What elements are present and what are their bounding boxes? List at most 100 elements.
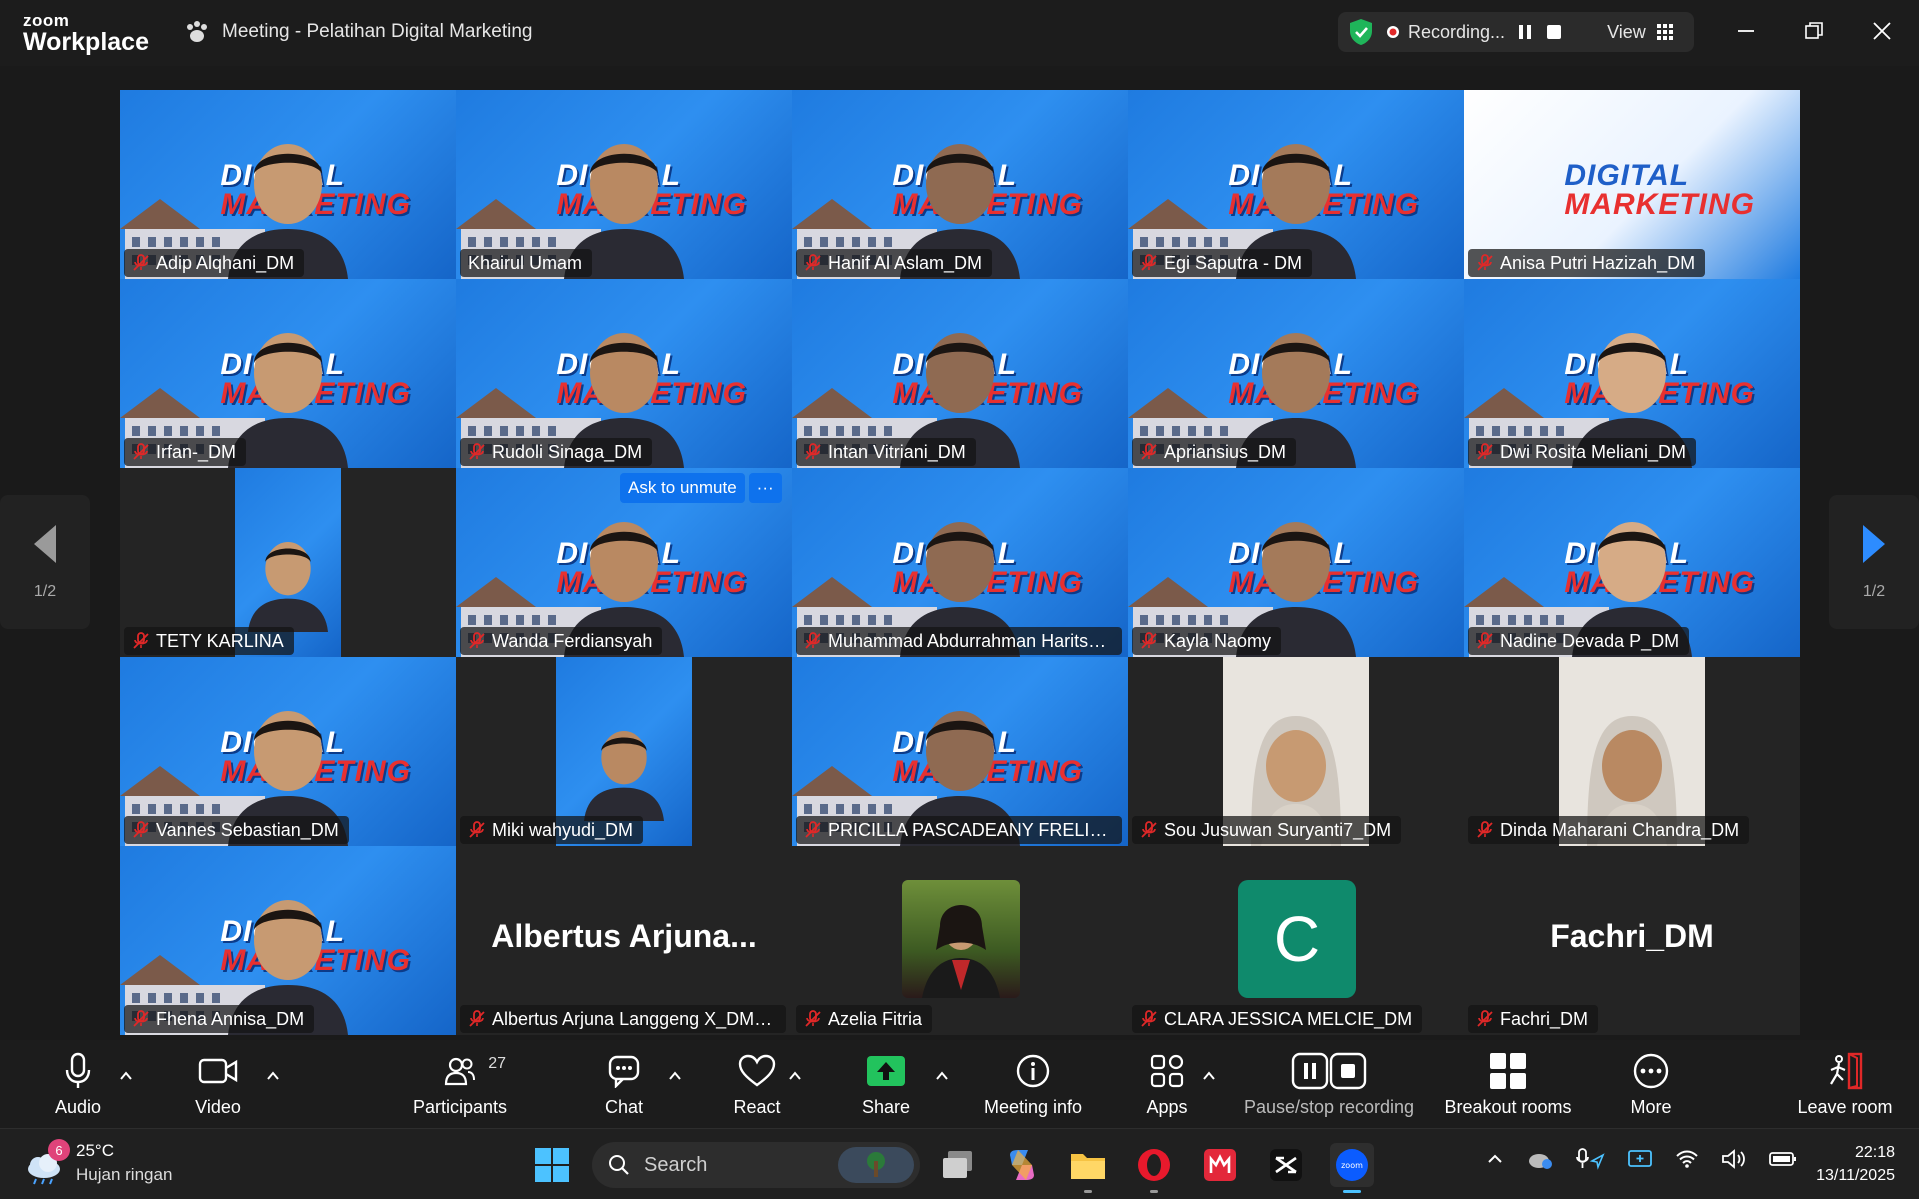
search-highlight-icon [838,1147,914,1183]
muted-mic-icon [1477,254,1493,271]
weather-desc: Hujan ringan [76,1165,173,1184]
video-label: Video [195,1096,241,1117]
task-view-icon [943,1151,972,1178]
capcut-app[interactable] [1264,1143,1308,1187]
close-icon [1873,22,1891,40]
participant-tile[interactable]: Dinda Maharani Chandra_DM [1464,657,1800,846]
participant-tile[interactable]: Azelia Fitria [792,846,1128,1035]
view-button[interactable]: View [1607,22,1674,43]
participant-name-tag: TETY KARLINA [124,627,294,655]
participant-tile[interactable]: C CLARA JESSICA MELCIE_DM [1128,846,1464,1035]
weather-widget[interactable]: 6 25°C Hujan ringan [24,1139,173,1185]
wifi-icon[interactable] [1675,1149,1699,1169]
participant-name-tag: CLARA JESSICA MELCIE_DM [1132,1005,1423,1033]
restore-button[interactable] [1797,14,1831,48]
participant-tile[interactable]: TETY KARLINA [120,468,456,657]
share-button[interactable]: Share [860,1040,912,1128]
clock[interactable]: 22:18 13/11/2025 [1816,1141,1895,1187]
react-button[interactable]: React [727,1040,787,1128]
muted-mic-icon [1141,1010,1157,1027]
video-options-caret[interactable] [263,1066,283,1086]
participant-name-tag: Adip Alqhani_DM [124,249,305,277]
weather-temp: 25°C [76,1141,114,1160]
participant-name: Miki wahyudi_DM [492,819,634,840]
next-page-button[interactable]: 1/2 [1829,495,1919,629]
participant-tile[interactable]: DIGITALMARKETINGIntan Vitriani_DM [792,279,1128,468]
participant-tile[interactable]: Sou Jusuwan Suryanti7_DM [1128,657,1464,846]
participant-tile[interactable]: DIGITALMARKETINGMuhammad Abdurrahman Har… [792,468,1128,657]
participant-tile[interactable]: DIGITALMARKETINGKayla Naomy [1128,468,1464,657]
muted-mic-icon [805,443,821,460]
participant-tile[interactable]: DIGITALMARKETINGAdip Alqhani_DM [120,90,456,279]
participant-tile[interactable]: Albertus Arjuna... Albertus Arjunа Langge… [456,846,792,1035]
participant-name-tag: Dwi Rosita Meliani_DM [1468,438,1697,466]
display-share-icon[interactable] [1627,1147,1653,1171]
participant-tile[interactable]: DIGITALMARKETINGVannes Sebastian_DM [120,657,456,846]
copilot-app[interactable] [1000,1143,1044,1187]
participant-name-tag: Wanda Ferdiansyah [460,627,663,655]
cloud-info-icon[interactable] [1527,1147,1553,1171]
breakout-rooms-button[interactable]: Breakout rooms [1440,1040,1576,1128]
battery-icon[interactable] [1769,1151,1797,1167]
tile-more-button[interactable]: ··· [748,473,782,503]
opera-app[interactable] [1132,1143,1176,1193]
pause-icon[interactable] [1517,23,1533,41]
shield-check-icon[interactable] [1348,18,1374,46]
participant-tile[interactable]: DIGITALMARKETINGIrfan-_DM [120,279,456,468]
participant-tile[interactable]: DIGITALMARKETINGEgi Saputra - DM [1128,90,1464,279]
task-view-app[interactable] [936,1143,980,1187]
audio-options-caret[interactable] [116,1066,136,1086]
minimize-button[interactable] [1729,14,1763,48]
prev-page-button[interactable]: 1/2 [0,495,90,629]
participant-tile[interactable]: DIGITALMARKETINGPRICILLA PASCADEANY FREL… [792,657,1128,846]
participant-tile[interactable]: Fachri_DM Fachri_DM [1464,846,1800,1035]
svg-text:zoom: zoom [1341,1161,1363,1170]
apps-button[interactable]: Apps [1143,1040,1191,1128]
participant-tile[interactable]: DIGITALMARKETINGApriansius_DM [1128,279,1464,468]
participant-tile[interactable]: Miki wahyudi_DM [456,657,792,846]
opera-icon [1138,1149,1170,1181]
stop-icon[interactable] [1545,23,1563,41]
file-explorer-app[interactable] [1066,1143,1110,1193]
participant-name: Intan Vitriani_DM [828,441,966,462]
chat-button[interactable]: Chat [598,1040,650,1128]
participant-name: Dinda Maharani Chandra_DM [1500,819,1740,840]
start-button[interactable] [530,1143,574,1187]
ask-to-unmute-button[interactable]: Ask to unmute [620,473,745,503]
react-options-caret[interactable] [785,1066,805,1086]
volume-icon[interactable] [1721,1148,1747,1170]
participant-tile[interactable]: DIGITALMARKETINGNadine Devada P_DM [1464,468,1800,657]
video-button[interactable]: Video [188,1040,248,1128]
weather-badge: 6 [48,1139,70,1161]
chat-options-caret[interactable] [665,1066,685,1086]
participant-tile[interactable]: DIGITALMARKETINGDwi Rosita Meliani_DM [1464,279,1800,468]
zoom-app[interactable]: zoom [1330,1143,1374,1193]
participant-tile[interactable]: DIGITALMARKETINGRudoli Sinaga_DM [456,279,792,468]
participants-count: 27 [488,1054,506,1072]
meeting-info-button[interactable]: Meeting info [978,1040,1088,1128]
taskbar-search[interactable]: Search [592,1142,920,1188]
copilot-icon [1010,1150,1034,1180]
participant-tile[interactable]: DIGITALMARKETINGFhena Annisa_DM [120,846,456,1035]
muted-mic-icon [133,1010,149,1027]
apps-options-caret[interactable] [1199,1066,1219,1086]
mic-location-icon[interactable] [1575,1147,1605,1171]
pause-recording-label: Pause/stop recording [1243,1096,1415,1117]
close-button[interactable] [1865,14,1899,48]
participant-tile[interactable]: DIGITALMARKETINGHanif Al Aslam_DM [792,90,1128,279]
participant-name: Azelia Fitria [828,1008,923,1029]
participant-tile[interactable]: DIGITALMARKETINGAsk to unmute···Wanda Fe… [456,468,792,657]
share-options-caret[interactable] [932,1066,952,1086]
participant-tile[interactable]: DIGITAL MARKETING Anisa Putri Hazizah_DM [1464,90,1800,279]
participant-name-tag: Kayla Naomy [1132,627,1282,655]
leave-room-button[interactable]: Leave room [1795,1040,1895,1128]
participant-tile[interactable]: DIGITALMARKETINGKhairul Umam [456,90,792,279]
chevron-up-icon[interactable] [1485,1149,1505,1169]
anydesk-app[interactable] [1198,1143,1242,1187]
participants-button[interactable]: 27 Participants [410,1040,510,1128]
more-button[interactable]: More [1626,1040,1676,1128]
windows-logo-icon [535,1148,569,1182]
audio-button[interactable]: Audio [50,1040,106,1128]
pause-stop-recording-button[interactable]: Pause/stop recording [1238,1040,1420,1128]
pause-stop-icon [1291,1052,1367,1089]
